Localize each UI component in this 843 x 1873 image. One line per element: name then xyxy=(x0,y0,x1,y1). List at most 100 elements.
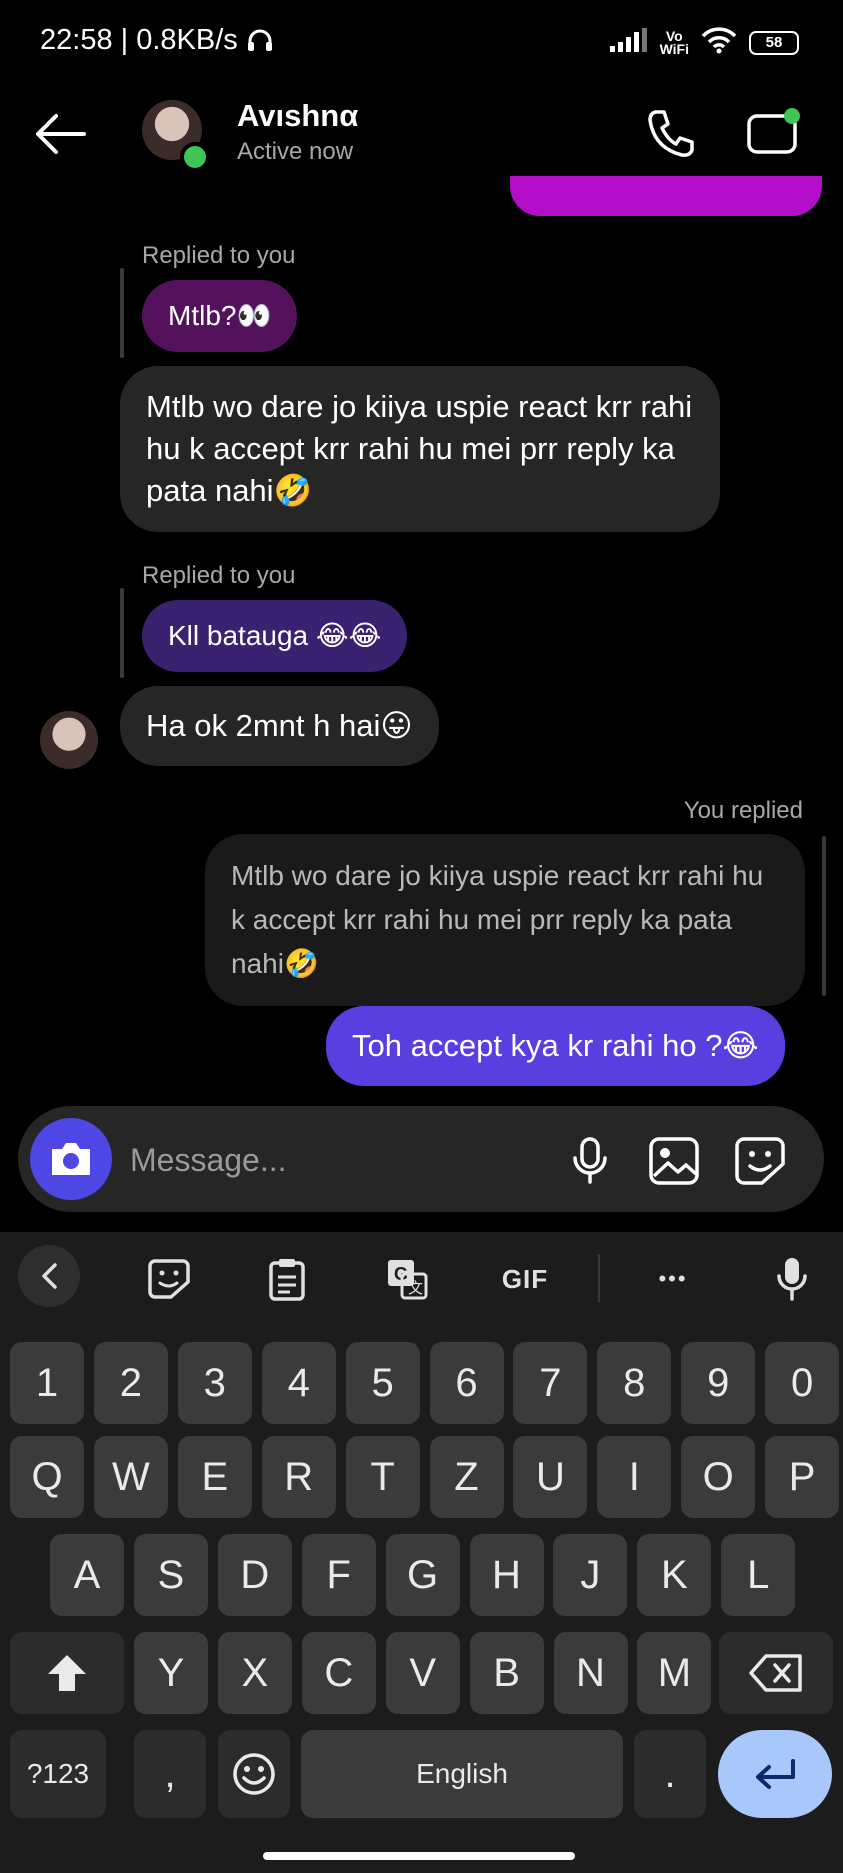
letter-key-a[interactable]: A xyxy=(50,1534,124,1616)
letter-key-m[interactable]: M xyxy=(637,1632,712,1714)
voice-typing-button[interactable] xyxy=(766,1250,818,1308)
letter-key-u[interactable]: U xyxy=(513,1436,588,1518)
letter-key-c[interactable]: C xyxy=(301,1632,376,1714)
online-indicator xyxy=(180,142,210,172)
svg-text:文: 文 xyxy=(408,1279,423,1297)
letter-key-k[interactable]: K xyxy=(637,1534,712,1616)
number-key-4[interactable]: 4 xyxy=(261,1342,336,1424)
video-camera-icon xyxy=(747,108,800,154)
letter-key-n[interactable]: N xyxy=(553,1632,628,1714)
number-key-3[interactable]: 3 xyxy=(177,1342,252,1424)
letter-key-p[interactable]: P xyxy=(765,1436,840,1518)
letter-key-i[interactable]: I xyxy=(597,1436,672,1518)
contact-name[interactable]: Avıshnα xyxy=(237,98,358,134)
toolbar-divider xyxy=(598,1254,600,1302)
contact-status: Active now xyxy=(237,138,354,165)
enter-key[interactable] xyxy=(718,1730,832,1818)
letter-key-j[interactable]: J xyxy=(553,1534,628,1616)
clipboard-icon xyxy=(269,1259,305,1301)
gallery-button[interactable] xyxy=(648,1136,700,1186)
camera-button[interactable] xyxy=(30,1118,112,1200)
emoji-key[interactable] xyxy=(218,1730,290,1818)
microphone-icon xyxy=(573,1137,607,1184)
replied-to-you-label: Replied to you xyxy=(142,242,296,269)
voice-call-button[interactable] xyxy=(646,108,694,158)
quoted-message[interactable]: Kll batauga 😂😂 xyxy=(142,600,408,672)
letter-key-r[interactable]: R xyxy=(261,1436,336,1518)
letter-key-t[interactable]: T xyxy=(345,1436,420,1518)
sticker-icon xyxy=(148,1259,190,1299)
letter-key-s[interactable]: S xyxy=(133,1534,208,1616)
number-key-9[interactable]: 9 xyxy=(681,1342,756,1424)
vowifi-icon: Vo WiFi xyxy=(659,27,689,57)
letter-key-z[interactable]: Z xyxy=(429,1436,504,1518)
wifi-icon xyxy=(701,26,737,59)
letter-key-x[interactable]: X xyxy=(217,1632,292,1714)
backspace-key[interactable] xyxy=(719,1632,833,1714)
arrow-left-icon xyxy=(36,114,86,154)
keyboard-collapse-button[interactable] xyxy=(18,1245,80,1307)
letter-key-h[interactable]: H xyxy=(469,1534,544,1616)
phone-icon xyxy=(648,110,694,157)
space-key[interactable]: English xyxy=(301,1730,623,1818)
number-key-5[interactable]: 5 xyxy=(345,1342,420,1424)
sticker-button[interactable] xyxy=(734,1136,786,1186)
headphones-icon xyxy=(246,27,274,61)
number-key-6[interactable]: 6 xyxy=(429,1342,504,1424)
number-key-0[interactable]: 0 xyxy=(765,1342,840,1424)
backspace-icon xyxy=(749,1654,802,1692)
letter-key-g[interactable]: G xyxy=(385,1534,460,1616)
letter-key-w[interactable]: W xyxy=(93,1436,168,1518)
number-key-7[interactable]: 7 xyxy=(513,1342,588,1424)
sender-avatar[interactable] xyxy=(40,711,98,769)
letter-key-b[interactable]: B xyxy=(469,1632,544,1714)
shift-arrow-icon xyxy=(48,1655,86,1691)
letter-key-o[interactable]: O xyxy=(681,1436,756,1518)
sticker-icon xyxy=(735,1137,785,1185)
translate-button[interactable]: G文 xyxy=(378,1250,436,1308)
signal-icon xyxy=(609,28,648,57)
period-key[interactable]: . xyxy=(634,1730,706,1818)
number-key-1[interactable]: 1 xyxy=(10,1342,84,1424)
enter-arrow-icon xyxy=(756,1759,795,1789)
reply-indicator-bar xyxy=(822,836,826,996)
quoted-message[interactable]: Mtlb?👀 xyxy=(142,280,298,352)
letter-key-y[interactable]: Y xyxy=(134,1632,208,1714)
letter-key-e[interactable]: E xyxy=(177,1436,252,1518)
comma-key[interactable]: , xyxy=(134,1730,206,1818)
status-icons: Vo WiFi 58 xyxy=(609,26,799,59)
clipboard-button[interactable] xyxy=(258,1250,316,1308)
translate-icon: G文 xyxy=(388,1260,428,1300)
more-options-button[interactable]: ••• xyxy=(640,1250,706,1308)
sticker-keyboard-button[interactable] xyxy=(140,1250,198,1308)
reply-indicator-bar xyxy=(120,588,124,678)
message-input[interactable] xyxy=(128,1128,532,1192)
number-key-8[interactable]: 8 xyxy=(597,1342,672,1424)
letter-key-f[interactable]: F xyxy=(301,1534,376,1616)
letter-key-d[interactable]: D xyxy=(217,1534,292,1616)
voice-message-button[interactable] xyxy=(566,1136,614,1184)
letter-key-l[interactable]: L xyxy=(721,1534,796,1616)
letter-key-v[interactable]: V xyxy=(385,1632,460,1714)
smiley-icon xyxy=(233,1753,275,1795)
reply-indicator-bar xyxy=(120,268,124,358)
outgoing-message[interactable]: Toh accept kya kr rahi ho ?😂 xyxy=(326,1006,785,1086)
previous-message-bubble[interactable] xyxy=(510,176,822,216)
video-call-button[interactable] xyxy=(746,108,804,156)
gif-button[interactable]: GIF xyxy=(492,1250,558,1308)
number-key-2[interactable]: 2 xyxy=(93,1342,168,1424)
letter-key-q[interactable]: Q xyxy=(10,1436,84,1518)
back-button[interactable] xyxy=(32,112,88,156)
chevron-left-icon xyxy=(42,1263,57,1289)
symbols-key[interactable]: ?123 xyxy=(10,1730,106,1818)
shift-key[interactable] xyxy=(10,1632,124,1714)
you-replied-label: You replied xyxy=(683,797,803,824)
replied-to-you-label: Replied to you xyxy=(142,562,296,589)
image-icon xyxy=(649,1137,699,1185)
incoming-message[interactable]: Ha ok 2mnt h hai😛 xyxy=(120,686,439,766)
quoted-message[interactable]: Mtlb wo dare jo kiiya uspie react krr ra… xyxy=(205,834,805,1006)
incoming-message[interactable]: Mtlb wo dare jo kiiya uspie react krr ra… xyxy=(120,366,720,532)
navigation-handle[interactable] xyxy=(263,1852,575,1860)
microphone-icon xyxy=(777,1258,807,1301)
status-time: 22:58 | 0.8KB/s xyxy=(40,24,274,61)
